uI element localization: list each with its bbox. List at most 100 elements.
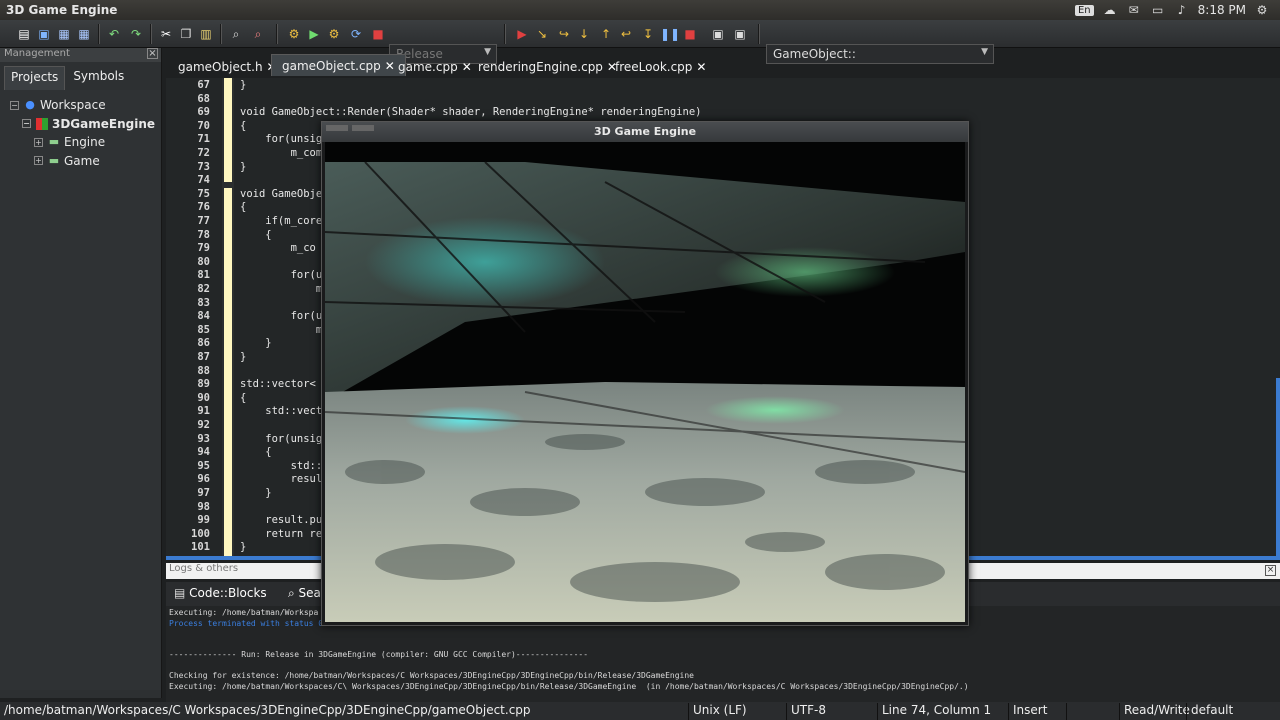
build-and-run-icon[interactable]: ⚙ bbox=[326, 26, 342, 42]
debug-info-icon[interactable]: ▣ bbox=[732, 26, 748, 42]
pause-icon[interactable]: ❚❚ bbox=[660, 26, 680, 42]
collapse-icon[interactable]: − bbox=[22, 119, 31, 129]
folder-icon: ▬ bbox=[48, 153, 60, 167]
code-text: m_co bbox=[240, 242, 316, 255]
debug-windows-icon[interactable]: ▣ bbox=[710, 26, 726, 42]
tree-item-engine[interactable]: + ▬ Engine bbox=[0, 133, 161, 152]
replace-icon[interactable]: ⌕ bbox=[250, 26, 266, 42]
game-window[interactable]: 3D Game Engine bbox=[321, 121, 969, 626]
tree-item-game[interactable]: + ▬ Game bbox=[0, 152, 161, 171]
expand-icon[interactable]: + bbox=[34, 156, 43, 166]
chat-icon[interactable]: ✉ bbox=[1126, 4, 1142, 16]
game-window-titlebar[interactable]: 3D Game Engine bbox=[322, 122, 968, 142]
collapse-icon[interactable]: − bbox=[10, 100, 19, 110]
tab-renderingengine-cpp[interactable]: renderingEngine.cpp ✕ bbox=[468, 56, 627, 78]
tab-gameobject-cpp[interactable]: gameObject.cpp ✕ bbox=[271, 54, 406, 76]
line-number: 93 bbox=[197, 432, 210, 445]
line-number: 76 bbox=[197, 201, 210, 214]
stop-debug-icon[interactable]: ■ bbox=[682, 26, 698, 42]
line-number: 94 bbox=[197, 446, 210, 459]
log-line: Executing: /home/batman/Workspa bbox=[169, 608, 319, 617]
next-instruction-icon[interactable]: ↩ bbox=[618, 26, 634, 42]
abort-icon[interactable]: ■ bbox=[370, 26, 386, 42]
line-number: 68 bbox=[197, 92, 210, 105]
cut-icon[interactable]: ✂ bbox=[158, 26, 174, 42]
line-number: 99 bbox=[197, 514, 210, 527]
code-text: if(m_core bbox=[240, 215, 323, 227]
management-panel: Management × Projects Symbols − ● Worksp… bbox=[0, 48, 162, 698]
code-text: return re bbox=[240, 527, 323, 540]
tree-item-workspace[interactable]: − ● Workspace bbox=[0, 96, 161, 115]
volume-icon[interactable]: ♪ bbox=[1174, 4, 1190, 16]
code-text: } bbox=[240, 337, 272, 350]
copy-icon[interactable]: ❐ bbox=[178, 26, 194, 42]
step-out-icon[interactable]: ↑ bbox=[598, 26, 614, 42]
redo-icon[interactable]: ↷ bbox=[128, 26, 144, 42]
code-text: std::vect bbox=[240, 405, 323, 418]
line-number: 86 bbox=[197, 337, 210, 350]
line-number: 75 bbox=[197, 187, 210, 200]
paste-icon[interactable]: ▥ bbox=[198, 26, 214, 42]
line-number: 92 bbox=[197, 419, 210, 431]
tab-label: freeLook.cpp bbox=[615, 60, 693, 74]
code-text: { bbox=[240, 228, 272, 241]
game-scene bbox=[325, 142, 965, 622]
code-line: 69 void GameObject::Render(Shader* shader… bbox=[166, 106, 1280, 120]
close-icon[interactable]: ✕ bbox=[696, 60, 706, 74]
open-icon[interactable]: ▣ bbox=[36, 26, 52, 42]
code-text: m bbox=[240, 323, 323, 336]
top-panel: 3D Game Engine En ☁ ✉ ▭ ♪ 8:18 PM ⚙ bbox=[0, 0, 1280, 20]
line-number: 67 bbox=[197, 79, 210, 91]
tab-codeblocks-log[interactable]: ▤ Code::Blocks bbox=[174, 586, 267, 600]
tab-freelook-cpp[interactable]: freeLook.cpp ✕ bbox=[605, 56, 716, 78]
tab-label: gameObject.h bbox=[178, 60, 263, 74]
expand-icon[interactable]: + bbox=[34, 137, 43, 147]
tab-symbols[interactable]: Symbols bbox=[67, 66, 130, 90]
find-icon[interactable]: ⌕ bbox=[228, 26, 244, 42]
line-number: 84 bbox=[197, 310, 210, 323]
window-minimize-button[interactable] bbox=[352, 125, 374, 131]
code-text: } bbox=[240, 541, 247, 554]
step-into-icon[interactable]: ↓ bbox=[576, 26, 592, 42]
new-file-icon[interactable]: ▤ bbox=[16, 26, 32, 42]
tab-projects[interactable]: Projects bbox=[4, 66, 66, 90]
line-number: 70 bbox=[197, 119, 210, 132]
power-icon[interactable]: ⚙ bbox=[1254, 4, 1270, 16]
close-icon[interactable]: × bbox=[147, 48, 158, 59]
code-text: { bbox=[240, 201, 247, 214]
cloud-icon[interactable]: ☁ bbox=[1102, 4, 1118, 16]
run-icon[interactable]: ▶ bbox=[306, 26, 322, 42]
game-window-title: 3D Game Engine bbox=[593, 125, 697, 138]
save-all-icon[interactable]: ▦ bbox=[76, 26, 92, 42]
line-number: 97 bbox=[197, 487, 210, 499]
run-to-cursor-icon[interactable]: ↘ bbox=[534, 26, 550, 42]
battery-icon[interactable]: ▭ bbox=[1150, 4, 1166, 16]
window-menu-button[interactable] bbox=[326, 125, 348, 131]
code-text: { bbox=[240, 119, 247, 132]
close-icon[interactable]: × bbox=[1265, 565, 1276, 576]
status-position: Line 74, Column 1 bbox=[877, 703, 1007, 720]
rebuild-icon[interactable]: ⟳ bbox=[348, 26, 364, 42]
vertical-scrollbar[interactable] bbox=[1276, 378, 1280, 556]
step-instruction-icon[interactable]: ↧ bbox=[640, 26, 656, 42]
tree-item-project[interactable]: − 3DGameEngine bbox=[0, 115, 161, 134]
debug-run-icon[interactable]: ▶ bbox=[514, 26, 530, 42]
undo-icon[interactable]: ↶ bbox=[106, 26, 122, 42]
project-icon bbox=[36, 117, 48, 130]
line-number: 98 bbox=[197, 500, 210, 513]
tree-item-label: 3DGameEngine bbox=[52, 116, 156, 131]
line-number: 78 bbox=[197, 228, 210, 241]
next-line-icon[interactable]: ↪ bbox=[556, 26, 572, 42]
line-number: 77 bbox=[197, 215, 210, 227]
tab-gameobject-h[interactable]: gameObject.h✕ bbox=[168, 56, 287, 78]
tab-search-results[interactable]: ⌕ Sea bbox=[288, 586, 321, 601]
keyboard-layout-indicator[interactable]: En bbox=[1074, 4, 1094, 16]
build-gear-icon[interactable]: ⚙ bbox=[286, 26, 302, 42]
line-number: 88 bbox=[197, 364, 210, 377]
game-viewport[interactable] bbox=[325, 142, 965, 622]
status-mode: Insert bbox=[1008, 703, 1066, 720]
clock[interactable]: 8:18 PM bbox=[1198, 3, 1246, 17]
save-icon[interactable]: ▦ bbox=[56, 26, 72, 42]
code-text: resul bbox=[240, 473, 323, 486]
code-text: void GameObje bbox=[240, 187, 323, 200]
